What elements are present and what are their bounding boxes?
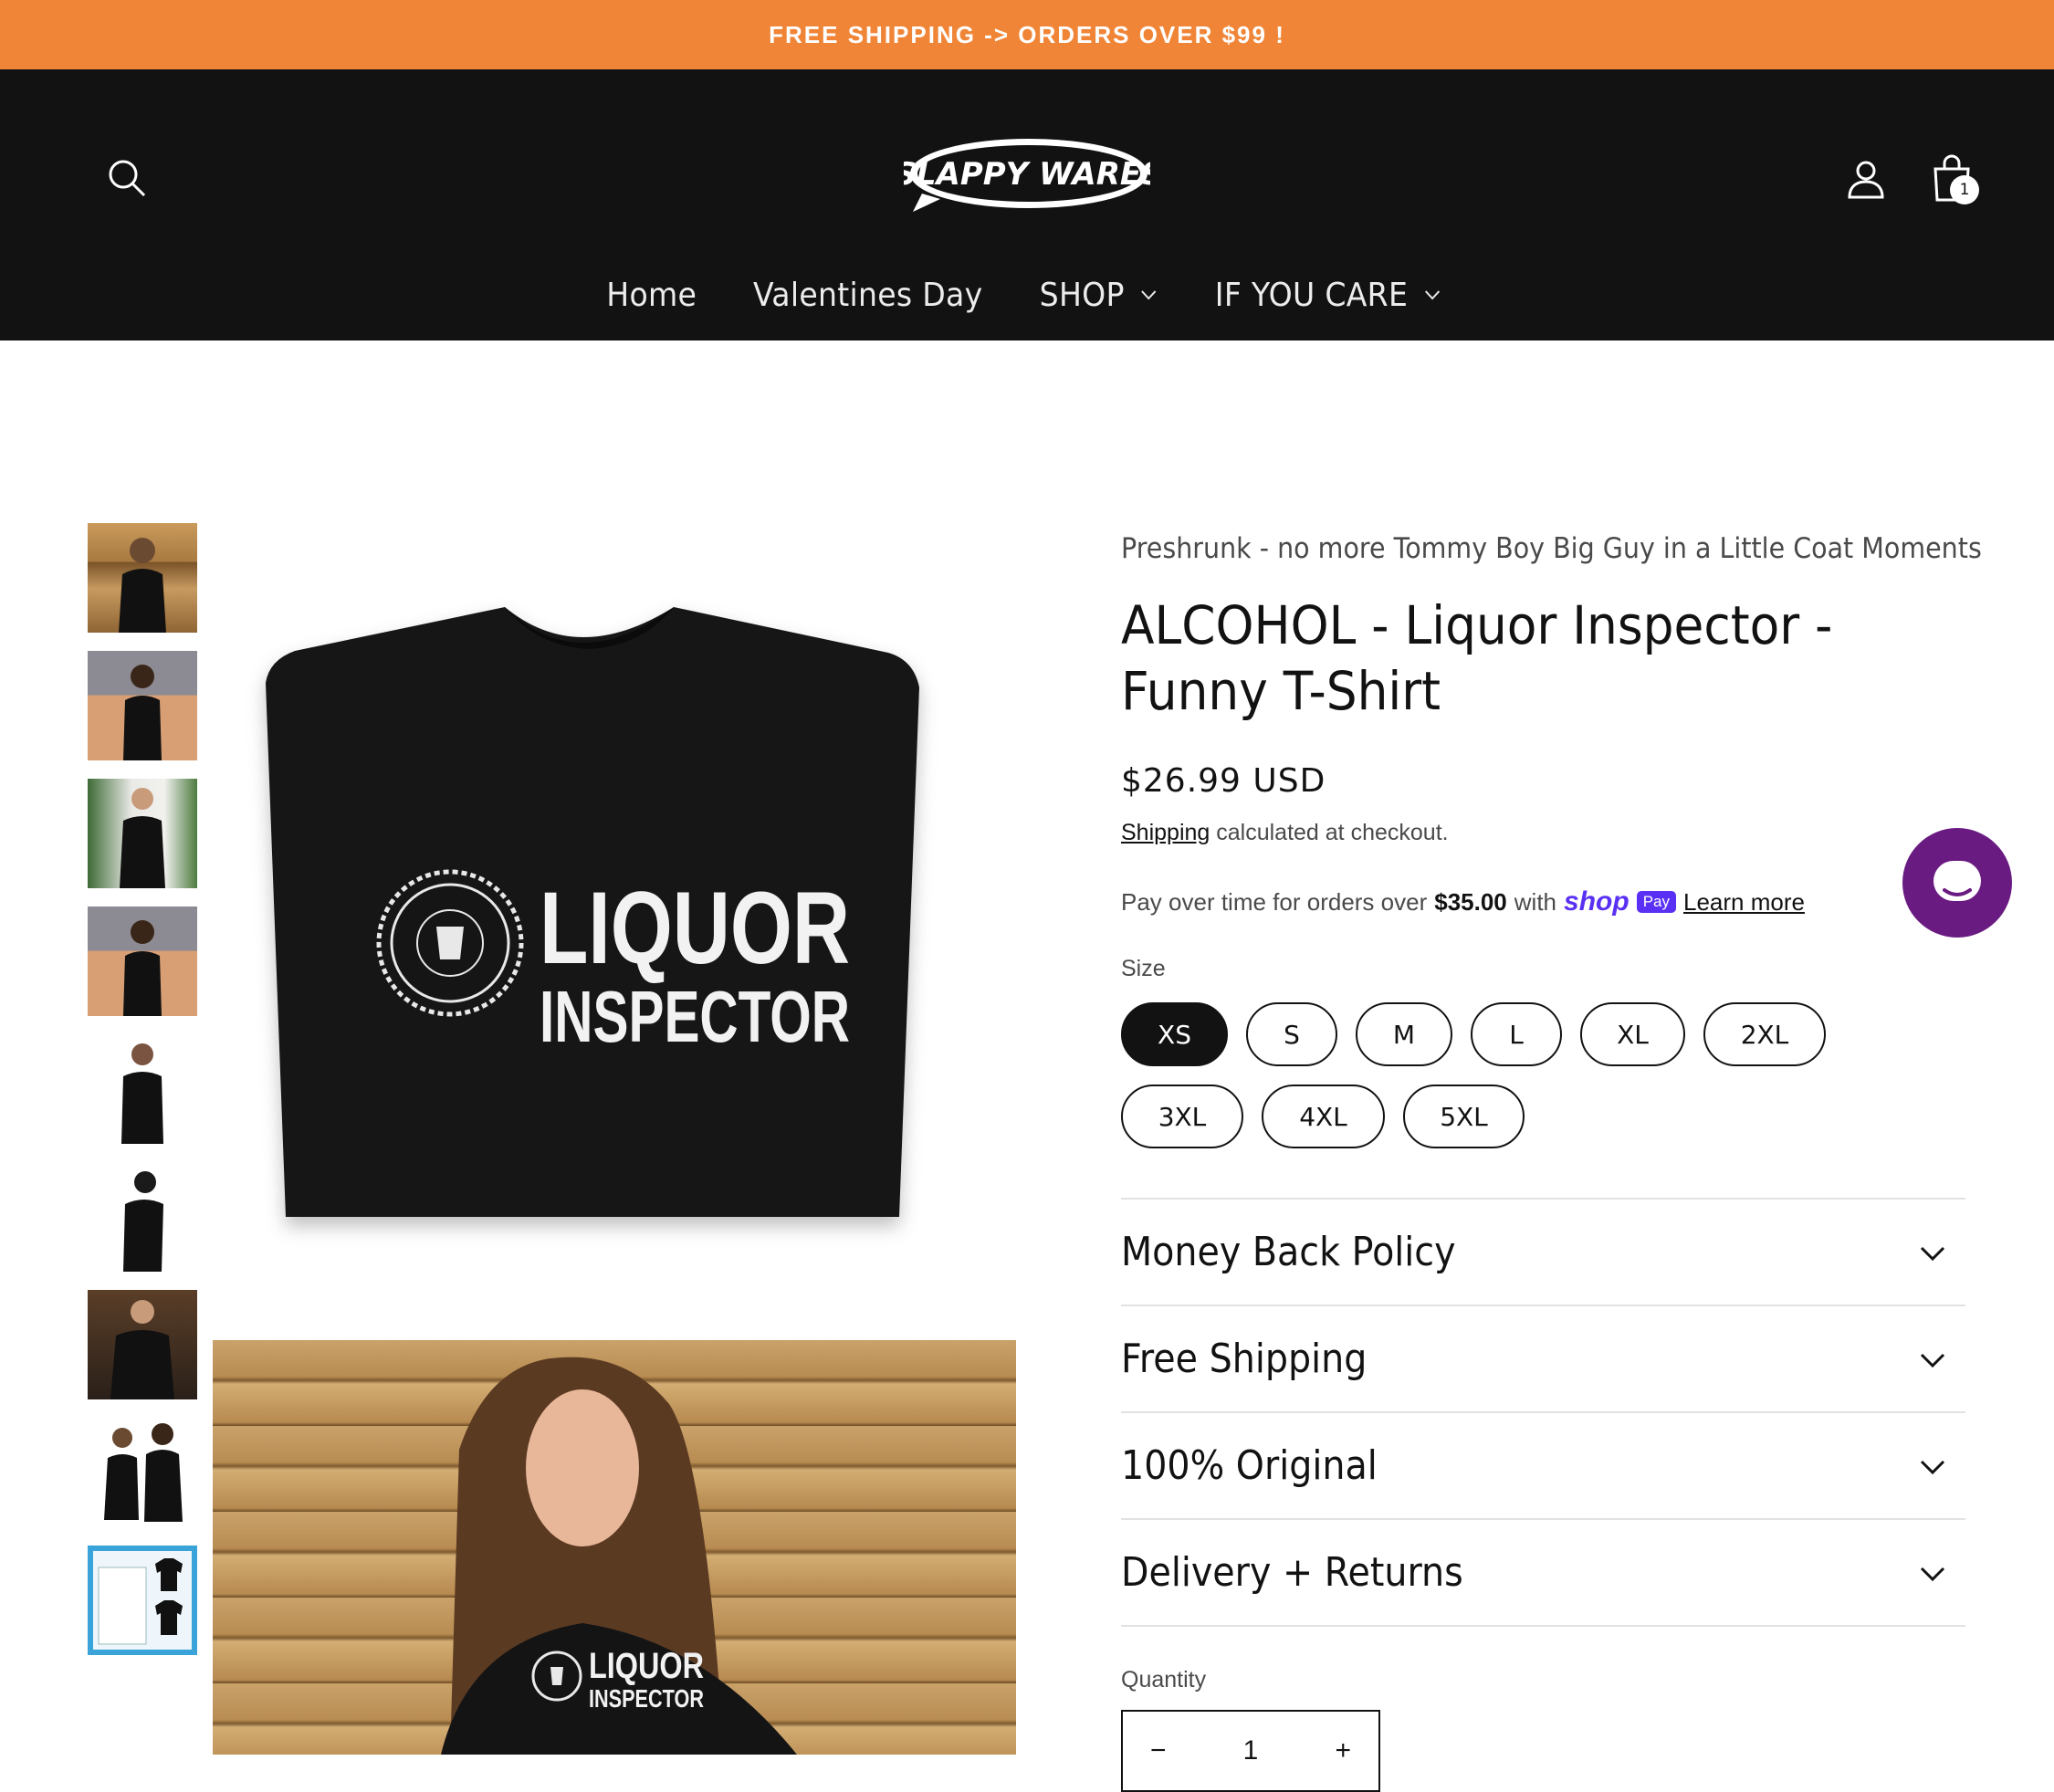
chevron-down-icon xyxy=(1425,290,1441,300)
size-option-4xl[interactable]: 4XL xyxy=(1262,1085,1385,1148)
thumbnail-5[interactable] xyxy=(88,1034,197,1144)
model-figure xyxy=(120,788,165,888)
accordion-title: 100% Original xyxy=(1121,1442,1378,1489)
accordion-title: Free Shipping xyxy=(1121,1336,1368,1382)
nav-label: Home xyxy=(606,276,697,314)
chat-button[interactable] xyxy=(1902,828,2012,938)
accordion-100-original[interactable]: 100% Original xyxy=(1121,1413,1965,1520)
model-figure xyxy=(119,538,166,633)
model-figure xyxy=(110,1300,174,1399)
nav-item-home[interactable]: Home xyxy=(606,277,697,314)
folded-tshirt-image: LIQUOR INSPECTOR xyxy=(266,607,919,1217)
quantity-stepper: − 1 + xyxy=(1121,1710,1380,1792)
model-figure xyxy=(121,1043,163,1144)
shop-pay-logo: shop xyxy=(1564,886,1630,917)
thumbnail-3[interactable] xyxy=(88,779,197,888)
pay-with-text: with xyxy=(1514,887,1557,916)
thumbnail-size-chart[interactable] xyxy=(88,1546,197,1655)
chevron-down-icon xyxy=(1141,290,1157,300)
model-figure xyxy=(123,920,162,1016)
chevron-down-icon xyxy=(1920,1567,1945,1581)
shipping-note-text: calculated at checkout. xyxy=(1210,820,1449,845)
user-icon xyxy=(1848,161,1884,199)
size-option-l[interactable]: L xyxy=(1471,1002,1562,1066)
thumbnail-1[interactable] xyxy=(88,523,197,633)
size-option-xs[interactable]: XS xyxy=(1121,1002,1228,1066)
nav-label: SHOP xyxy=(1039,276,1125,314)
shirt-text-line2: INSPECTOR xyxy=(540,976,850,1057)
chevron-down-icon xyxy=(1920,1460,1945,1474)
thumbnail-7[interactable] xyxy=(88,1290,197,1399)
search-icon xyxy=(109,160,146,197)
cart-button[interactable]: 1 xyxy=(1923,150,1981,208)
chat-bubble-icon xyxy=(1933,861,1981,901)
size-option-m[interactable]: M xyxy=(1356,1002,1452,1066)
nav-item-if-you-care[interactable]: IF YOU CARE xyxy=(1215,277,1441,314)
size-chart-graphic xyxy=(93,1551,192,1650)
nav-item-valentines-day[interactable]: Valentines Day xyxy=(753,277,983,314)
shop-pay-badge: Pay xyxy=(1636,891,1676,913)
size-option-xl[interactable]: XL xyxy=(1580,1002,1685,1066)
shipping-note: Shipping calculated at checkout. xyxy=(1121,820,1965,846)
learn-more-link[interactable]: Learn more xyxy=(1683,888,1805,917)
photo-shirt-text-line1: LIQUOR xyxy=(589,1646,704,1686)
site-header: SLAPPY WARES 1 Home Valentines Day SHOP … xyxy=(0,69,2054,341)
product-accordion: Money Back Policy Free Shipping 100% Ori… xyxy=(1121,1198,1965,1627)
accordion-title: Money Back Policy xyxy=(1121,1229,1456,1275)
product-main-image[interactable]: LIQUOR INSPECTOR xyxy=(213,523,1016,1253)
nav-item-shop[interactable]: SHOP xyxy=(1040,277,1158,314)
product-info: Preshrunk - no more Tommy Boy Big Guy in… xyxy=(1121,523,1982,1792)
product-price: $26.99 USD xyxy=(1121,762,1326,800)
accordion-money-back-policy[interactable]: Money Back Policy xyxy=(1121,1200,1965,1306)
model-wearing-shirt-image: LIQUOR INSPECTOR xyxy=(441,1357,797,1755)
pay-amount: $35.00 xyxy=(1434,887,1507,916)
search-button[interactable] xyxy=(102,153,152,203)
size-option-3xl[interactable]: 3XL xyxy=(1121,1085,1243,1148)
logo-text: SLAPPY WARES xyxy=(904,156,1150,193)
size-option-2xl[interactable]: 2XL xyxy=(1703,1002,1826,1066)
couple-figure xyxy=(104,1423,183,1522)
logo-speech-bubble: SLAPPY WARES xyxy=(894,139,1164,212)
shipping-link[interactable]: Shipping xyxy=(1121,820,1210,845)
main-nav: Home Valentines Day SHOP IF YOU CARE xyxy=(0,263,2054,327)
thumbnail-4[interactable] xyxy=(88,906,197,1016)
size-option-s[interactable]: S xyxy=(1246,1002,1337,1066)
nav-label: IF YOU CARE xyxy=(1214,276,1409,314)
size-options: XS S M L XL 2XL 3XL 4XL 5XL xyxy=(1121,1002,1851,1148)
model-figure xyxy=(123,1171,163,1272)
photo-shirt-text-line2: INSPECTOR xyxy=(589,1684,704,1713)
quantity-input[interactable]: 1 xyxy=(1243,1735,1259,1766)
shirt-text-line1: LIQUOR xyxy=(540,871,850,985)
nav-label: Valentines Day xyxy=(752,276,983,314)
announcement-text: FREE SHIPPING -> ORDERS OVER $99 ! xyxy=(769,20,1285,48)
pay-text: Pay over time for orders over xyxy=(1121,887,1428,916)
thumbnail-2[interactable] xyxy=(88,651,197,760)
announcement-bar: FREE SHIPPING -> ORDERS OVER $99 ! xyxy=(0,0,2054,69)
size-option-5xl[interactable]: 5XL xyxy=(1403,1085,1525,1148)
thumbnail-8[interactable] xyxy=(88,1418,197,1527)
quantity-label: Quantity xyxy=(1121,1667,1207,1692)
model-figure xyxy=(123,665,162,760)
chevron-down-icon xyxy=(1920,1353,1945,1368)
product-title: ALCOHOL - Liquor Inspector - Funny T-Shi… xyxy=(1121,594,1833,722)
accordion-title: Delivery + Returns xyxy=(1121,1549,1463,1596)
site-logo[interactable]: SLAPPY WARES xyxy=(894,135,1164,217)
account-button[interactable] xyxy=(1840,153,1892,204)
product-subtitle: Preshrunk - no more Tommy Boy Big Guy in… xyxy=(1121,532,1982,565)
product-photo-model[interactable]: LIQUOR INSPECTOR xyxy=(213,1340,1016,1755)
thumbnail-list xyxy=(88,523,197,1673)
size-label: Size xyxy=(1121,956,1166,981)
accordion-free-shipping[interactable]: Free Shipping xyxy=(1121,1306,1965,1413)
accordion-delivery-returns[interactable]: Delivery + Returns xyxy=(1121,1520,1965,1627)
shop-pay-installments: Pay over time for orders over $35.00 wit… xyxy=(1121,886,1965,917)
quantity-increase-button[interactable]: + xyxy=(1335,1735,1351,1766)
cart-count-badge: 1 xyxy=(1950,175,1979,204)
thumbnail-6[interactable] xyxy=(88,1162,197,1272)
chevron-down-icon xyxy=(1920,1246,1945,1261)
quantity-decrease-button[interactable]: − xyxy=(1150,1735,1167,1766)
